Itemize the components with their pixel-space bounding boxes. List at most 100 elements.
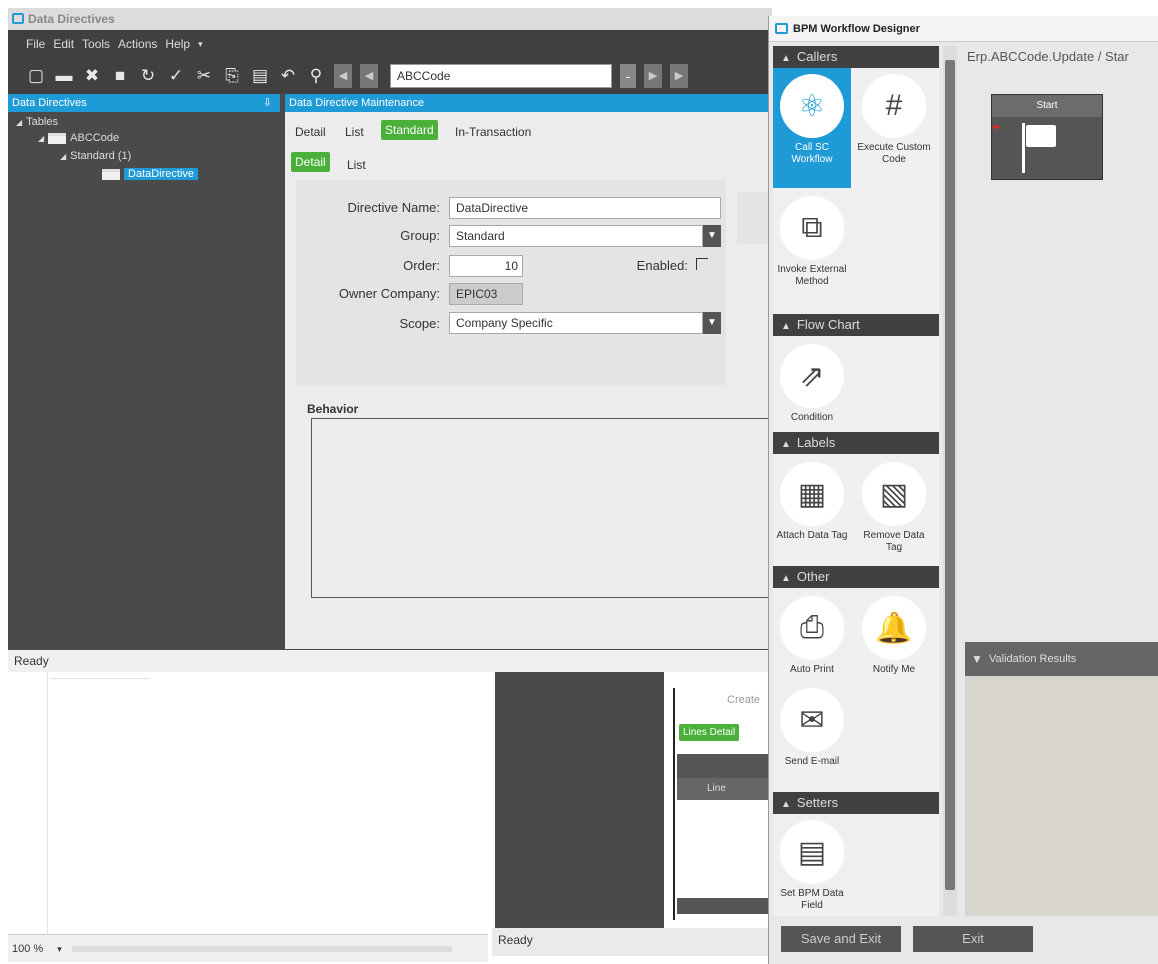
chevron-up-icon[interactable]: ▲ bbox=[781, 53, 791, 64]
chevron-up-icon[interactable]: ▲ bbox=[781, 321, 791, 332]
refresh-icon[interactable]: ↻ bbox=[138, 66, 158, 86]
tab-list[interactable]: List bbox=[345, 125, 364, 139]
window-title-bar: Data Directives bbox=[8, 8, 772, 30]
save-icon[interactable]: ▬ bbox=[54, 66, 74, 86]
canvas-path: Erp.ABCCode.Update / Star bbox=[967, 49, 1129, 64]
tool-label: Auto Print bbox=[790, 664, 834, 675]
chevron-down-icon[interactable]: ▾ bbox=[57, 938, 62, 960]
grid-icon[interactable]: ■ bbox=[110, 66, 130, 86]
category-other[interactable]: ▲ Other bbox=[773, 566, 939, 588]
tree-node-abccode[interactable]: ◢ ABCCode bbox=[38, 132, 119, 144]
data-directives-window: Data Directives File Edit Tools Actions … bbox=[8, 8, 772, 672]
bpm-designer-window: BPM Workflow Designer ▲ Callers ⚛ Call SC… bbox=[768, 16, 1158, 964]
tab-detail[interactable]: Detail bbox=[295, 125, 326, 139]
prev-record-button[interactable]: ◀ bbox=[360, 64, 378, 88]
menu-overflow-icon[interactable]: ▾ bbox=[198, 39, 203, 50]
tool-condition[interactable]: ⇗ Condition bbox=[773, 338, 851, 432]
expand-icon[interactable]: ◢ bbox=[38, 134, 44, 143]
tree-node-tables[interactable]: ◢ Tables bbox=[16, 116, 58, 128]
tree-header-title: Data Directives bbox=[12, 97, 87, 109]
tab-lines-detail[interactable]: Lines Detail bbox=[679, 724, 740, 741]
clear-icon[interactable]: ✓ bbox=[166, 66, 186, 86]
lines-panel: Create Lines Detail Line bbox=[673, 688, 775, 920]
method-icon: ⧉ bbox=[780, 196, 844, 260]
lines-scrollbar[interactable] bbox=[677, 898, 775, 914]
menu-help[interactable]: Help bbox=[165, 37, 190, 51]
zoom-level[interactable]: 100 % bbox=[12, 938, 43, 960]
subtab-detail[interactable]: Detail bbox=[291, 152, 330, 172]
tool-send-email[interactable]: ✉ Send E-mail bbox=[773, 682, 851, 792]
toolbox: ▲ Callers ⚛ Call SC Workflow # Execute Cu… bbox=[773, 46, 939, 916]
start-node[interactable]: Start + bbox=[991, 94, 1103, 180]
chevron-down-icon[interactable]: ▼ bbox=[703, 312, 721, 334]
combo-dropdown-button[interactable]: - bbox=[620, 64, 636, 88]
menu-actions[interactable]: Actions bbox=[118, 37, 157, 51]
subtab-list[interactable]: List bbox=[347, 158, 366, 172]
copy-icon[interactable]: ⎘ bbox=[222, 66, 242, 86]
last-record-button[interactable]: ▶ bbox=[670, 64, 688, 88]
toolbox-scrollbar[interactable] bbox=[943, 46, 957, 916]
pin-icon[interactable]: ⇩ bbox=[263, 94, 272, 112]
exit-button[interactable]: Exit bbox=[913, 926, 1033, 952]
tree-node-standard[interactable]: ◢ Standard (1) bbox=[60, 150, 131, 162]
calendar-icon: ▤ bbox=[780, 820, 844, 884]
record-combo[interactable]: ABCCode bbox=[390, 64, 612, 88]
tool-execute-custom-code[interactable]: # Execute Custom Code bbox=[855, 68, 933, 188]
enabled-checkbox[interactable] bbox=[696, 258, 708, 270]
expand-icon[interactable]: ◢ bbox=[60, 152, 66, 161]
tool-attach-data-tag[interactable]: ▦ Attach Data Tag bbox=[773, 456, 851, 568]
chevron-down-icon[interactable]: ▼ bbox=[703, 225, 721, 247]
tool-remove-data-tag[interactable]: ▧ Remove Data Tag bbox=[855, 456, 933, 568]
tab-in-transaction[interactable]: In-Transaction bbox=[455, 125, 531, 139]
category-flow-chart[interactable]: ▲ Flow Chart bbox=[773, 314, 939, 336]
menu-bar: File Edit Tools Actions Help ▾ bbox=[8, 30, 772, 58]
chevron-down-icon[interactable]: ▼ bbox=[971, 642, 983, 676]
bell-icon: 🔔 bbox=[862, 596, 926, 660]
category-label: Other bbox=[796, 569, 830, 584]
background-window bbox=[495, 672, 664, 928]
undo-icon[interactable]: ↶ bbox=[278, 66, 298, 86]
tool-call-sc-workflow[interactable]: ⚛ Call SC Workflow bbox=[773, 68, 851, 188]
paste-icon[interactable]: ▤ bbox=[250, 66, 270, 86]
delete-icon[interactable]: ✖ bbox=[82, 66, 102, 86]
chevron-up-icon[interactable]: ▲ bbox=[781, 573, 791, 584]
tool-label: Call SC Workflow bbox=[791, 142, 833, 165]
tree-panel: Data Directives ⇩ ◢ Tables ◢ ABCCode ◢ S… bbox=[8, 94, 280, 649]
category-setters[interactable]: ▲ Setters bbox=[773, 792, 939, 814]
scope-select[interactable]: Company Specific bbox=[449, 312, 703, 334]
folder-icon bbox=[102, 168, 120, 180]
menu-file[interactable]: File bbox=[26, 37, 45, 51]
menu-tools[interactable]: Tools bbox=[82, 37, 110, 51]
category-label: Labels bbox=[796, 435, 836, 450]
scope-label: Scope: bbox=[399, 316, 440, 331]
directive-name-field[interactable]: DataDirective bbox=[449, 197, 721, 219]
app-icon bbox=[12, 13, 24, 24]
chevron-up-icon[interactable]: ▲ bbox=[781, 439, 791, 450]
first-record-button[interactable]: ◀ bbox=[334, 64, 352, 88]
tool-notify-me[interactable]: 🔔 Notify Me bbox=[855, 590, 933, 684]
expand-icon[interactable]: ◢ bbox=[16, 118, 22, 127]
cut-icon[interactable]: ✂ bbox=[194, 66, 214, 86]
tool-invoke-external-method[interactable]: ⧉ Invoke External Method bbox=[773, 190, 851, 310]
new-icon[interactable]: ▢ bbox=[26, 66, 46, 86]
category-callers[interactable]: ▲ Callers bbox=[773, 46, 939, 68]
group-select[interactable]: Standard bbox=[449, 225, 703, 247]
tree-node-datadirective[interactable]: DataDirective bbox=[102, 168, 199, 180]
horizontal-scrollbar[interactable] bbox=[71, 945, 452, 952]
scrollbar-thumb[interactable] bbox=[945, 60, 955, 890]
behavior-label: Behavior bbox=[307, 402, 359, 416]
order-field[interactable]: 10 bbox=[449, 255, 523, 277]
category-labels[interactable]: ▲ Labels bbox=[773, 432, 939, 454]
save-and-exit-button[interactable]: Save and Exit bbox=[781, 926, 901, 952]
search-icon[interactable]: ⚲ bbox=[306, 66, 326, 86]
tree-node-label: Tables bbox=[26, 116, 58, 128]
menu-edit[interactable]: Edit bbox=[53, 37, 74, 51]
tool-auto-print[interactable]: ⎙ Auto Print bbox=[773, 590, 851, 684]
tool-set-bpm-data-field[interactable]: ▤ Set BPM Data Field bbox=[773, 814, 851, 916]
validation-results-header[interactable]: ▼ Validation Results bbox=[965, 642, 1158, 676]
tab-standard[interactable]: Standard bbox=[381, 120, 438, 140]
next-record-button[interactable]: ▶ bbox=[644, 64, 662, 88]
app-icon bbox=[775, 23, 788, 34]
group-label: Group: bbox=[400, 228, 440, 243]
chevron-up-icon[interactable]: ▲ bbox=[781, 799, 791, 810]
